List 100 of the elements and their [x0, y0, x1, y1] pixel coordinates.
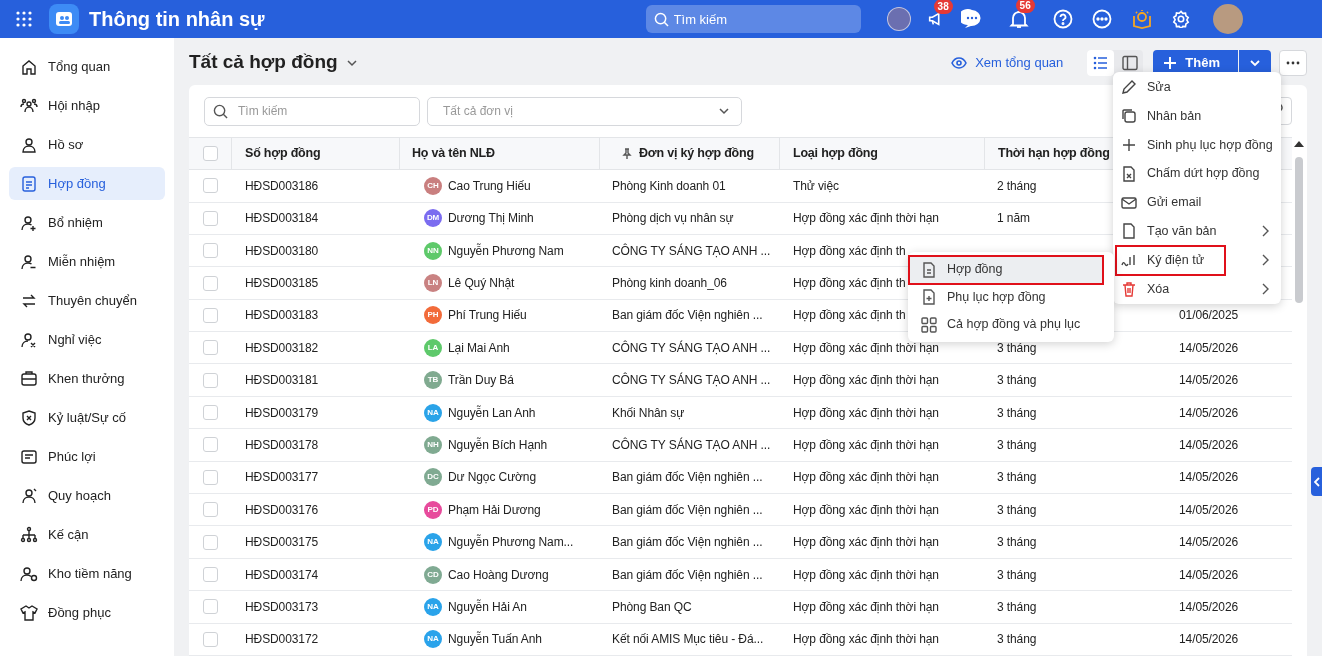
row-checkbox[interactable] — [202, 405, 218, 421]
table-cell-text: Nguyễn Lan Anh — [448, 404, 536, 422]
table-cell: Ban giám đốc Viện nghiên ... — [612, 470, 763, 485]
row-checkbox[interactable] — [202, 631, 218, 647]
column-header[interactable]: Thời hạn hợp đồng — [998, 144, 1110, 163]
row-checkbox[interactable] — [202, 275, 218, 291]
lightbulb-book-icon[interactable] — [1130, 8, 1153, 30]
unit-dropdown[interactable]: Tất cả đơn vị — [427, 96, 742, 126]
list-icon — [1092, 54, 1109, 71]
menu-item[interactable]: Gửi email — [1113, 188, 1281, 217]
column-header[interactable]: Đơn vị ký hợp đồng — [639, 144, 754, 163]
submenu-item[interactable]: Cả hợp đồng và phụ lục — [910, 311, 1102, 338]
row-checkbox[interactable] — [202, 534, 218, 550]
sidebar-item[interactable]: Quy hoạch — [9, 479, 165, 512]
list-view-button[interactable] — [1087, 49, 1115, 76]
sidebar-item[interactable]: Kế cận — [9, 518, 165, 551]
sidebar-item-icon — [20, 330, 38, 349]
chat-icon[interactable] — [960, 8, 983, 30]
menu-item[interactable]: Tạo văn bản — [1113, 217, 1281, 246]
table-cell: HĐSD003178 — [245, 437, 319, 452]
row-checkbox[interactable] — [202, 340, 218, 356]
settings-icon[interactable] — [1171, 10, 1190, 28]
column-header[interactable]: Số hợp đồng — [245, 144, 321, 163]
table-cell-text: Lại Mai Anh — [448, 339, 510, 357]
table-cell: Hợp đồng xác định thời hạn — [793, 437, 939, 452]
user-avatar[interactable] — [886, 7, 911, 31]
user-avatar[interactable] — [1212, 4, 1243, 34]
chevron-right-icon — [1261, 253, 1269, 266]
table-cell: Hợp đồng xác định thời hạn — [793, 470, 939, 485]
bell-icon[interactable] — [1008, 9, 1029, 29]
table-cell-text: Trần Duy Bá — [448, 372, 514, 390]
row-checkbox[interactable] — [202, 599, 218, 615]
row-checkbox[interactable] — [202, 178, 218, 194]
sidebar-item-icon — [20, 525, 38, 544]
table-cell: HĐSD003172 — [245, 632, 319, 647]
table-cell: Kết nối AMIS Mục tiêu - Đá... — [612, 632, 764, 647]
menu-item[interactable]: Xóa — [1113, 274, 1281, 304]
sidebar-item[interactable]: Tổng quan — [9, 50, 165, 83]
sidebar-item[interactable]: Hợp đồng — [9, 167, 165, 200]
table-cell: Hợp đồng xác định thời hạn — [793, 599, 939, 614]
table-cell: 14/05/2026 — [1179, 340, 1239, 355]
table-cell: Ban giám đốc Viện nghiên ... — [612, 308, 763, 323]
sidebar-item[interactable]: Phúc lợi — [9, 440, 165, 473]
sidebar-item[interactable]: Bổ nhiệm — [9, 206, 165, 239]
sidebar-item[interactable]: Đồng phục — [9, 596, 165, 629]
table-cell-text: Cao Trung Hiếu — [448, 177, 531, 195]
table-cell: 14/05/2026 — [1179, 599, 1239, 614]
row-checkbox[interactable] — [202, 469, 218, 485]
table-cell: Hợp đồng xác định thời hạn — [793, 502, 939, 517]
sidebar-item[interactable]: Hồ sơ — [9, 128, 165, 161]
overview-link[interactable]: Xem tổng quan — [951, 52, 1064, 73]
table-cell: Khối Nhân sự — [612, 405, 685, 420]
column-header[interactable]: Họ và tên NLĐ — [412, 144, 495, 163]
table-cell: Hợp đồng xác định th — [793, 276, 906, 290]
search-icon — [213, 103, 228, 119]
scrollbar-thumb[interactable] — [1295, 157, 1303, 304]
row-checkbox[interactable] — [202, 372, 218, 388]
table-cell: Phòng kinh doanh_06 — [612, 276, 727, 290]
sidebar-item[interactable]: Kỷ luật/Sự cố — [9, 401, 165, 434]
submenu-item[interactable]: Hợp đồng — [910, 256, 1102, 283]
menu-item[interactable]: Sinh phụ lục hợp đồng — [1113, 130, 1281, 160]
sidebar-item-icon — [20, 174, 38, 193]
sidebar-item[interactable]: Nghỉ việc — [9, 323, 165, 356]
panel-toggle-button[interactable] — [1311, 467, 1322, 496]
table-cell: Thử việc — [793, 178, 839, 193]
select-all-checkbox[interactable] — [202, 146, 218, 162]
more-icon[interactable] — [1091, 9, 1112, 29]
sidebar-item[interactable]: Khen thưởng — [9, 362, 165, 395]
table-cell: Hợp đồng xác định thời hạn — [793, 373, 939, 388]
avatar: TB — [424, 371, 442, 390]
sidebar-item[interactable]: Miễn nhiệm — [9, 245, 165, 278]
search-field[interactable]: Tìm kiếm — [204, 96, 420, 126]
table-cell: 3 tháng — [997, 437, 1037, 452]
menu-item[interactable]: Sửa — [1113, 73, 1281, 102]
more-button[interactable] — [1279, 49, 1307, 76]
row-checkbox[interactable] — [202, 567, 218, 582]
avatar: NN — [424, 241, 442, 260]
sidebar-item[interactable]: Hội nhập — [9, 89, 165, 122]
row-checkbox[interactable] — [202, 502, 218, 518]
apps-grid-icon[interactable] — [16, 11, 32, 27]
eye-icon — [951, 56, 968, 69]
sidebar-item-icon — [20, 447, 38, 466]
sidebar-item[interactable]: Kho tiềm năng — [9, 557, 165, 590]
row-checkbox[interactable] — [202, 437, 218, 453]
help-icon[interactable] — [1052, 9, 1073, 29]
menu-item[interactable]: Nhân bản — [1113, 101, 1281, 131]
row-checkbox[interactable] — [202, 307, 218, 323]
sidebar-item[interactable]: Thuyên chuyển — [9, 284, 165, 317]
menu-item[interactable]: Chấm dứt hợp đồng — [1113, 159, 1281, 189]
sidebar-item-icon — [20, 486, 38, 505]
submenu-item[interactable]: Phụ lục hợp đồng — [910, 284, 1102, 310]
chevron-right-icon — [1261, 225, 1269, 237]
menu-item-icon — [920, 260, 938, 279]
menu-item-icon — [1120, 222, 1138, 241]
pin-icon[interactable] — [621, 147, 633, 160]
row-checkbox[interactable] — [202, 210, 218, 226]
menu-item[interactable]: Ký điện tử — [1113, 245, 1281, 275]
scroll-up-icon[interactable] — [1294, 141, 1304, 148]
row-checkbox[interactable] — [202, 243, 218, 259]
column-header[interactable]: Loại hợp đồng — [793, 144, 878, 163]
